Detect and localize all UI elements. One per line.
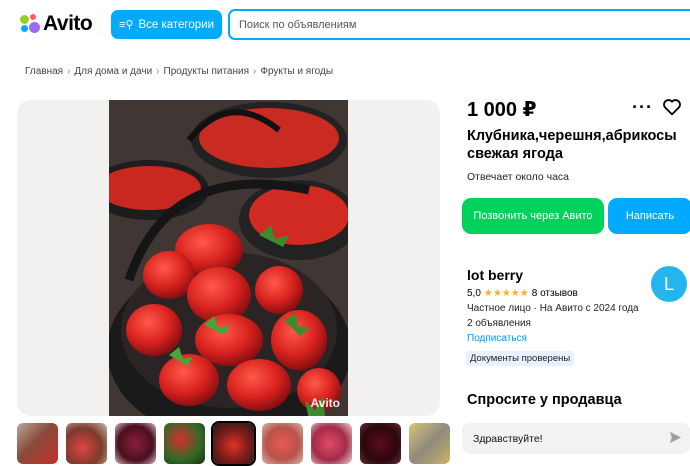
thumbnail[interactable]	[66, 423, 107, 464]
avito-logo[interactable]: Avito	[20, 12, 93, 36]
thumbnail[interactable]	[409, 423, 450, 464]
thumbnail[interactable]	[262, 423, 303, 464]
avatar[interactable]: L	[651, 266, 687, 302]
breadcrumb-item-food[interactable]: Продукты питания	[164, 66, 250, 77]
thumbnail-active[interactable]	[211, 421, 256, 466]
thumbnail-strip	[17, 421, 450, 466]
thumbnail[interactable]	[164, 423, 205, 464]
breadcrumb-item-home[interactable]: Главная	[25, 66, 63, 77]
strawberry-photo	[109, 100, 348, 416]
verified-badge: Документы проверены	[466, 351, 575, 366]
reply-time: Отвечает около часа	[467, 171, 570, 183]
listing-title: Клубника,черешня,абрикосы свежая ягода	[467, 128, 677, 162]
seller-meta: Частное лицо · На Авито с 2024 года	[467, 303, 639, 314]
chevron-right-icon: ›	[156, 66, 160, 77]
seller-name[interactable]: lot berry	[467, 267, 523, 283]
more-icon[interactable]: ···	[632, 97, 653, 118]
rating-value: 5,0	[467, 288, 481, 299]
send-icon[interactable]	[669, 431, 682, 444]
all-categories-button[interactable]: ≡⚲ Все категории	[111, 10, 222, 39]
ask-seller-title: Спросите у продавца	[467, 392, 622, 408]
ask-message-input[interactable]: Здравствуйте!	[462, 423, 690, 454]
breadcrumb-item-home-garden[interactable]: Для дома и дачи	[74, 66, 152, 77]
chevron-right-icon: ›	[253, 66, 257, 77]
photo-gallery[interactable]: Avito	[17, 100, 440, 416]
seller-ads-count[interactable]: 2 объявления	[467, 318, 531, 329]
filter-icon: ≡⚲	[118, 19, 134, 31]
all-categories-label: Все категории	[138, 18, 215, 31]
search-placeholder: Поиск по объявлениям	[239, 18, 357, 31]
reviews-count: 8 отзывов	[531, 288, 578, 299]
thumbnail[interactable]	[115, 423, 156, 464]
ask-message-text: Здравствуйте!	[473, 432, 543, 445]
price: 1 000 ₽	[467, 99, 537, 121]
logo-text: Avito	[43, 12, 93, 35]
photo-watermark: Avito	[310, 396, 340, 410]
subscribe-link[interactable]: Подписаться	[467, 333, 527, 344]
search-input[interactable]: Поиск по объявлениям	[228, 9, 690, 40]
breadcrumb-item-fruits[interactable]: Фрукты и ягоды	[260, 66, 333, 77]
heart-icon[interactable]	[662, 98, 682, 116]
call-button[interactable]: Позвонить через Авито	[462, 198, 604, 234]
seller-rating[interactable]: 5,0 ★★★★★ 8 отзывов	[467, 288, 578, 299]
avito-logo-icon	[20, 14, 40, 34]
star-icons: ★★★★★	[483, 288, 529, 299]
write-button[interactable]: Написать	[608, 198, 690, 234]
main-photo[interactable]: Avito	[109, 100, 348, 416]
thumbnail[interactable]	[311, 423, 352, 464]
thumbnail[interactable]	[17, 423, 58, 464]
breadcrumb: Главная › Для дома и дачи › Продукты пит…	[25, 66, 333, 77]
chevron-right-icon: ›	[67, 66, 71, 77]
thumbnail[interactable]	[360, 423, 401, 464]
